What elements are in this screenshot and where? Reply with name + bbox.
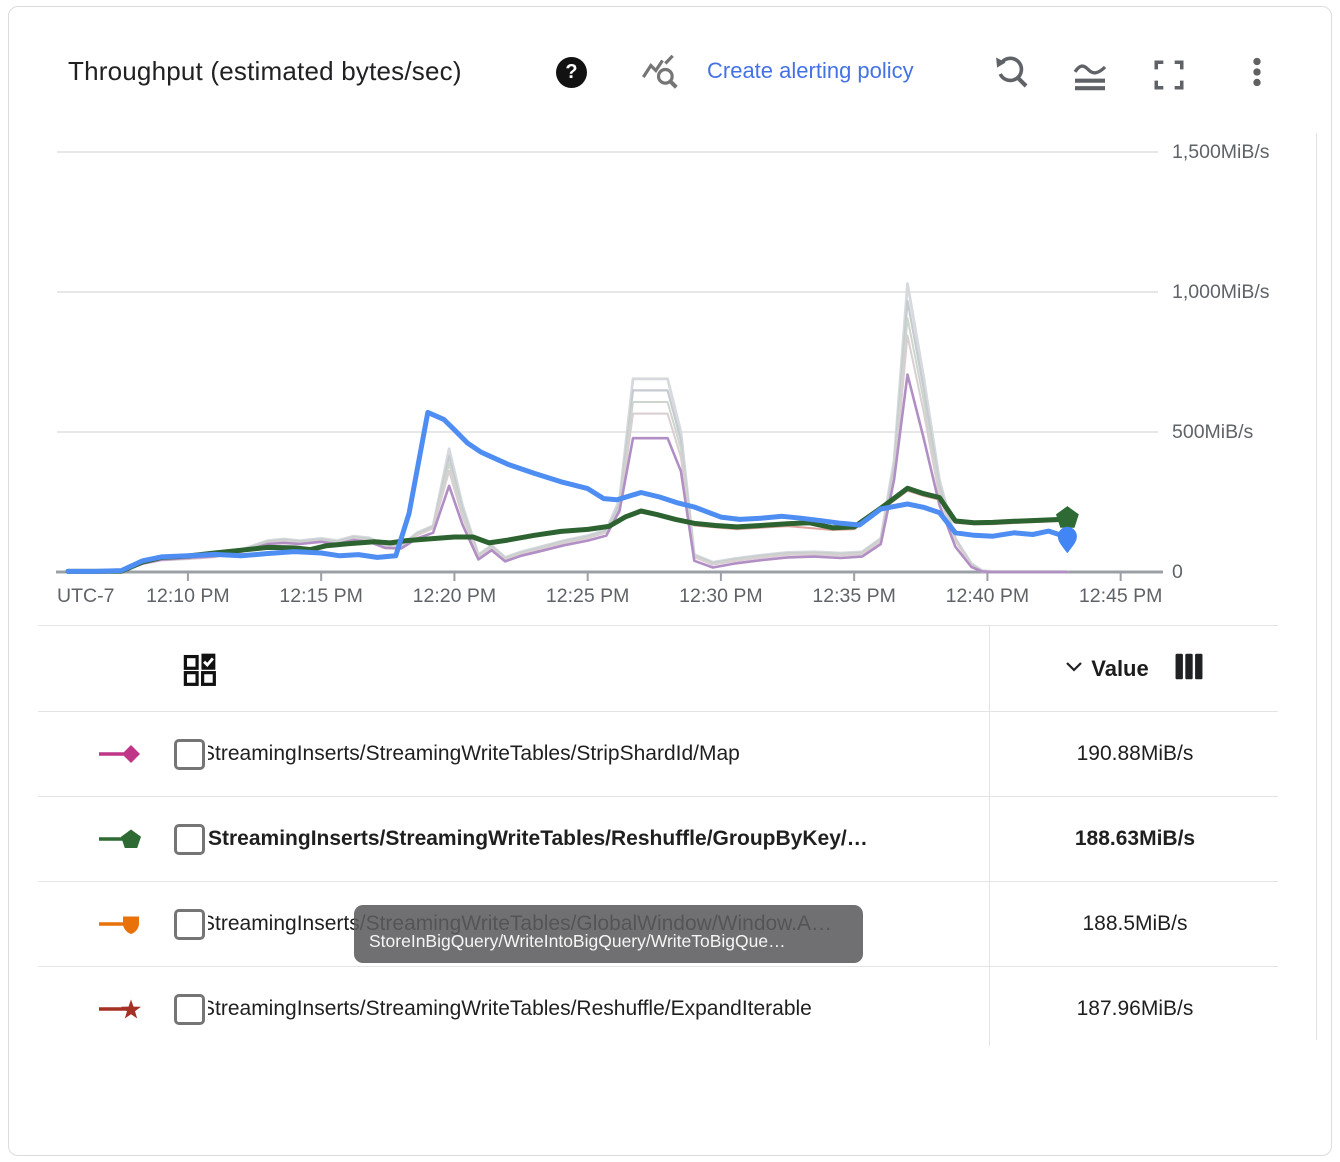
x-axis-tick-label: 12:40 PM: [946, 585, 1029, 608]
pentagon-end-marker: [1056, 506, 1079, 528]
x-axis-tick-label: 12:35 PM: [812, 585, 895, 608]
series-checkbox[interactable]: [174, 994, 205, 1025]
star-series-marker: [98, 998, 142, 1025]
series-checkbox[interactable]: [174, 739, 205, 770]
y-axis-tick-label: 1,000MiB/s: [1172, 281, 1270, 304]
series-value: 188.5MiB/s: [990, 882, 1280, 966]
y-axis-tick-label: 0: [1172, 561, 1183, 584]
monitoring-chart-widget: Throughput (estimated bytes/sec) ? Creat…: [0, 0, 1340, 1162]
legend-row[interactable]: StreamingInserts/StreamingWriteTables/Re…: [38, 966, 1278, 1051]
series-value: 187.96MiB/s: [990, 967, 1280, 1051]
x-axis-tick-label: 12:15 PM: [279, 585, 362, 608]
x-axis-tick-label: 12:20 PM: [413, 585, 496, 608]
x-axis-tick-label: 12:30 PM: [679, 585, 762, 608]
pentagon-series-marker: [98, 828, 142, 855]
series-label: StreamingInserts/StreamingWriteTables/St…: [208, 742, 740, 766]
x-axis-tick-label: 12:25 PM: [546, 585, 629, 608]
x-axis-tick-label: 12:45 PM: [1079, 585, 1162, 608]
series-label: StreamingInserts/StreamingWriteTables/Re…: [208, 827, 868, 851]
y-axis-tick-label: 500MiB/s: [1172, 421, 1253, 444]
legend-row[interactable]: StreamingInserts/StreamingWriteTables/St…: [38, 711, 1278, 796]
sort-descending-icon[interactable]: [1064, 659, 1084, 679]
series-value: 188.63MiB/s: [990, 797, 1280, 881]
x-axis-tick-label: 12:10 PM: [146, 585, 229, 608]
legend-row[interactable]: StreamingInserts/StreamingWriteTables/Re…: [38, 796, 1278, 881]
pin-end-marker: [1058, 527, 1077, 554]
column-divider: [989, 625, 990, 1046]
diamond-series-marker: [98, 743, 142, 770]
series-label: StreamingInserts/StreamingWriteTables/Re…: [208, 997, 812, 1021]
legend-table-header: Value: [38, 625, 1278, 711]
legend-table: Value StreamingInserts/StreamingWriteTab…: [38, 625, 1278, 1051]
series-value: 190.88MiB/s: [990, 712, 1280, 796]
timezone-label: UTC-7: [57, 585, 114, 608]
panel-divider: [1316, 133, 1317, 1040]
shield-series-marker: [98, 913, 142, 940]
columns-icon[interactable]: [1172, 652, 1206, 686]
select-all-series-icon[interactable]: [181, 650, 219, 693]
tooltip: StoreInBigQuery/WriteIntoBigQuery/WriteT…: [354, 905, 863, 963]
value-column-header[interactable]: Value: [1091, 656, 1148, 682]
y-axis-tick-label: 1,500MiB/s: [1172, 141, 1270, 164]
series-checkbox[interactable]: [174, 909, 205, 940]
series-checkbox[interactable]: [174, 824, 205, 855]
